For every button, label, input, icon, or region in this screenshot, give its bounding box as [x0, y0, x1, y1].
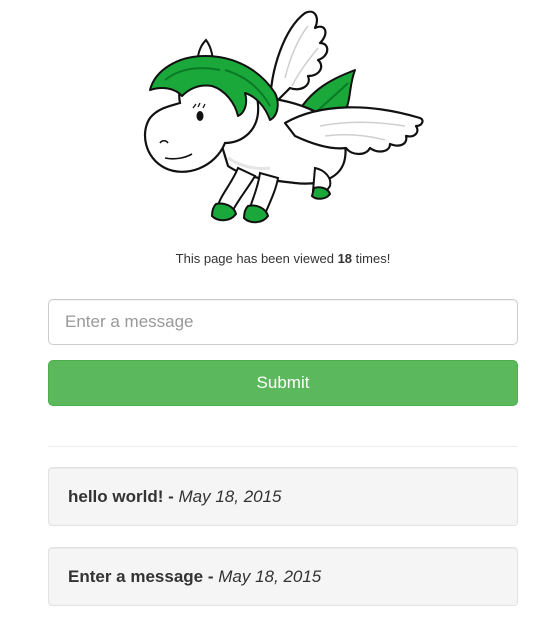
view-counter-suffix: times! — [352, 251, 391, 266]
view-counter-prefix: This page has been viewed — [175, 251, 338, 266]
message-separator: - — [203, 567, 219, 586]
message-item: hello world! - May 18, 2015 — [48, 467, 518, 526]
message-text: hello world! — [68, 487, 164, 506]
view-count: 18 — [337, 251, 353, 266]
view-counter-text: This page has been viewed 18 times! — [0, 250, 560, 268]
message-list: hello world! - May 18, 2015 Enter a mess… — [48, 467, 518, 627]
message-item: Enter a message - May 18, 2015 — [48, 547, 518, 606]
divider — [48, 446, 518, 447]
message-text: Enter a message — [68, 567, 204, 586]
message-input[interactable] — [48, 299, 518, 345]
message-separator: - — [163, 487, 179, 506]
message-date: May 18, 2015 — [178, 487, 282, 506]
winged-unicorn-icon — [143, 10, 424, 224]
submit-button[interactable]: Submit — [48, 360, 518, 406]
page: This page has been viewed 18 times! Subm… — [0, 0, 560, 637]
message-date: May 18, 2015 — [218, 567, 322, 586]
